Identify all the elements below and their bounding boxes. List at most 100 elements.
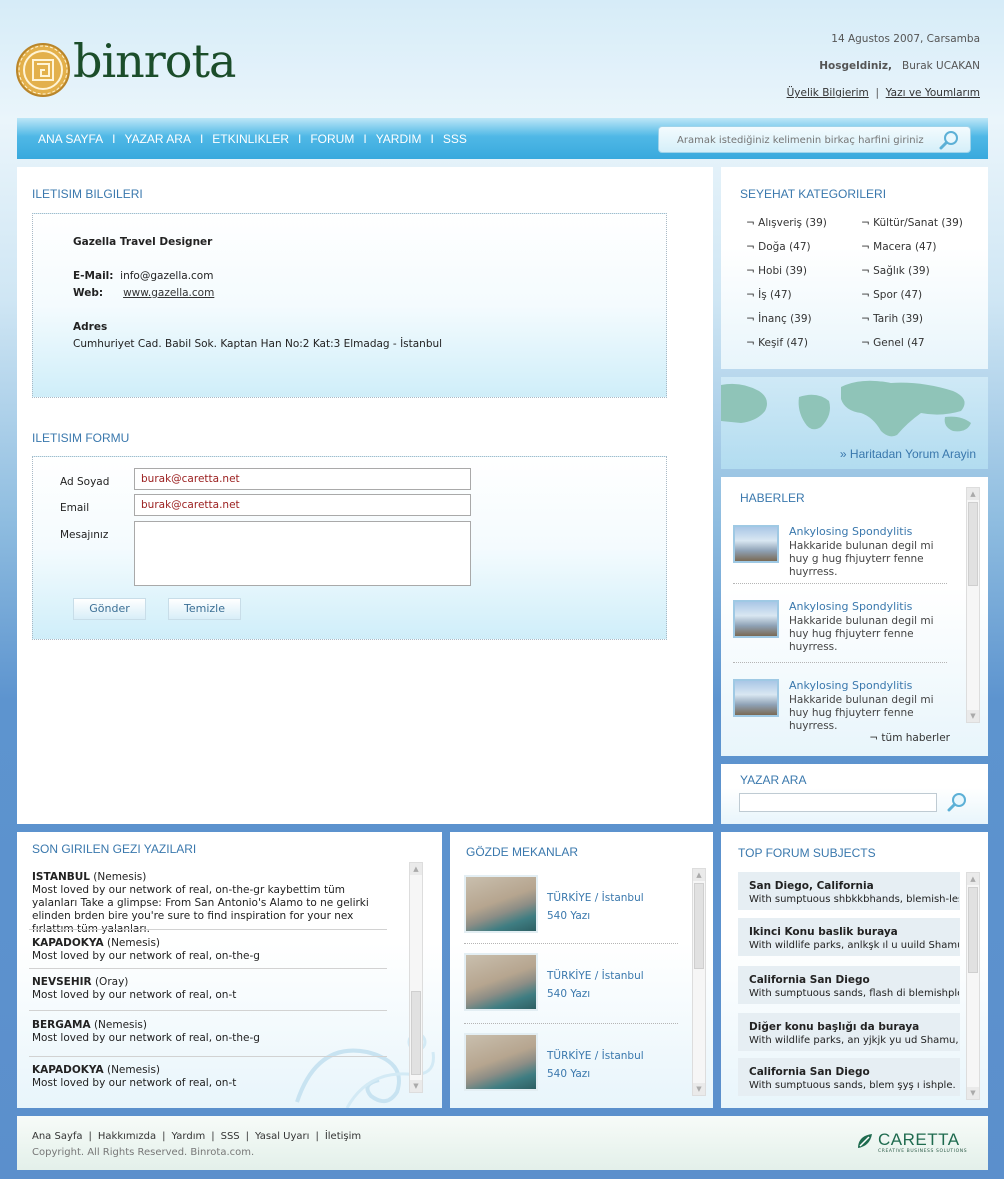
submit-button[interactable]: Gönder: [73, 598, 146, 620]
map-search-link[interactable]: » Haritadan Yorum Arayin: [840, 447, 976, 461]
company-email: info@gazella.com: [120, 270, 214, 282]
name-field[interactable]: [134, 468, 471, 490]
footer-link-faq[interactable]: SSS: [221, 1131, 240, 1142]
post-item[interactable]: KAPADOKYA (Nemesis) Most loved by our ne…: [32, 937, 387, 963]
message-field[interactable]: [134, 521, 471, 586]
news-item[interactable]: Ankylosing Spondylitis Hakkaride bulunan…: [733, 525, 948, 595]
footer-link-legal[interactable]: Yasal Uyarı: [255, 1131, 309, 1142]
forum-subject-title[interactable]: California San Diego: [749, 1066, 870, 1078]
map-search-banner[interactable]: » Haritadan Yorum Arayin: [721, 377, 988, 469]
forum-subject-item[interactable]: California San Diego With sumptuous sand…: [738, 966, 960, 1004]
forum-subject-title[interactable]: San Diego, California: [749, 880, 874, 892]
post-place[interactable]: KAPADOKYA: [32, 1064, 104, 1076]
post-item[interactable]: ISTANBUL (Nemesis) Most loved by our net…: [32, 871, 387, 936]
nav-author-search[interactable]: YAZAR ARA: [124, 132, 190, 146]
category-link[interactable]: ¬ Genel (47: [861, 337, 925, 349]
category-link[interactable]: ¬ Sağlık (39): [861, 265, 930, 277]
recent-posts-title: SON GIRILEN GEZI YAZILARI: [32, 842, 197, 856]
news-item-title[interactable]: Ankylosing Spondylitis: [789, 600, 912, 613]
caretta-logo[interactable]: CARETTA CREATIVE BUSINESS SOLUTIONS: [856, 1130, 968, 1156]
author-search-input[interactable]: [739, 793, 937, 812]
category-link[interactable]: ¬ İnanç (39): [746, 313, 812, 325]
places-scrollbar[interactable]: ▲ ▼: [692, 868, 706, 1096]
scroll-up-icon[interactable]: ▲: [410, 863, 422, 875]
forum-scrollbar[interactable]: ▲ ▼: [966, 872, 980, 1100]
forum-subject-title[interactable]: California San Diego: [749, 974, 870, 986]
category-link[interactable]: ¬ Keşif (47): [746, 337, 808, 349]
post-item[interactable]: KAPADOKYA (Nemesis) Most loved by our ne…: [32, 1064, 387, 1090]
post-author: (Oray): [94, 976, 129, 988]
scroll-thumb[interactable]: [411, 991, 421, 1075]
place-item[interactable]: TÜRKİYE / İstanbul 540 Yazı: [464, 1033, 679, 1095]
site-logo[interactable]: binrota: [15, 34, 255, 100]
company-web-link[interactable]: www.gazella.com: [123, 287, 214, 299]
scroll-down-icon[interactable]: ▼: [410, 1080, 422, 1092]
search-icon[interactable]: [946, 792, 968, 812]
category-link[interactable]: ¬ Doğa (47): [746, 241, 811, 253]
search-input[interactable]: [667, 131, 927, 149]
my-posts-link[interactable]: Yazı ve Youmlarım: [886, 87, 980, 99]
search-icon[interactable]: [938, 130, 960, 150]
scroll-thumb[interactable]: [968, 502, 978, 586]
post-place[interactable]: ISTANBUL: [32, 871, 90, 883]
scroll-up-icon[interactable]: ▲: [693, 869, 705, 881]
forum-subject-title[interactable]: Diğer konu başlığı da buraya: [749, 1021, 919, 1033]
place-location[interactable]: TÜRKİYE / İstanbul: [547, 1050, 644, 1062]
email-field[interactable]: [134, 494, 471, 516]
user-info: 14 Agustos 2007, Carsamba Hosgeldiniz, B…: [787, 33, 980, 99]
footer-link-about[interactable]: Hakkımızda: [98, 1131, 156, 1142]
forum-subject-item[interactable]: Ikinci Konu baslik buraya With wildlife …: [738, 918, 960, 956]
nav-forum[interactable]: FORUM: [310, 132, 354, 146]
news-title: HABERLER: [740, 491, 805, 505]
category-link[interactable]: ¬ İş (47): [746, 289, 792, 301]
category-link[interactable]: ¬ Kültür/Sanat (39): [861, 217, 963, 229]
category-link[interactable]: ¬ Macera (47): [861, 241, 937, 253]
category-link[interactable]: ¬ Hobi (39): [746, 265, 807, 277]
profile-link[interactable]: Üyelik Bilgierim: [787, 87, 869, 99]
post-author: (Nemesis): [106, 1064, 161, 1076]
nav-faq[interactable]: SSS: [443, 132, 467, 146]
company-address: Cumhuriyet Cad. Babil Sok. Kaptan Han No…: [73, 338, 443, 350]
place-item[interactable]: TÜRKİYE / İstanbul 540 Yazı: [464, 953, 679, 1015]
news-item-title[interactable]: Ankylosing Spondylitis: [789, 679, 912, 692]
nav-help[interactable]: YARDIM: [376, 132, 422, 146]
footer-link-contact[interactable]: İletişim: [325, 1131, 361, 1142]
forum-subject-item[interactable]: San Diego, California With sumptuous shb…: [738, 872, 960, 910]
nav-events[interactable]: ETKINLIKLER: [212, 132, 289, 146]
scroll-thumb[interactable]: [694, 883, 704, 969]
post-item[interactable]: BERGAMA (Nemesis) Most loved by our netw…: [32, 1019, 387, 1045]
category-link[interactable]: ¬ Alışveriş (39): [746, 217, 827, 229]
post-place[interactable]: KAPADOKYA: [32, 937, 104, 949]
category-link[interactable]: ¬ Tarih (39): [861, 313, 923, 325]
category-link[interactable]: ¬ Spor (47): [861, 289, 922, 301]
nav-home[interactable]: ANA SAYFA: [38, 132, 103, 146]
forum-subject-item[interactable]: California San Diego With sumptuous sand…: [738, 1058, 960, 1096]
forum-subject-desc: With sumptuous sands, flash di blemishpl…: [749, 988, 959, 999]
all-news-link[interactable]: ¬ tüm haberler: [869, 732, 950, 744]
place-location[interactable]: TÜRKİYE / İstanbul: [547, 892, 644, 904]
scroll-up-icon[interactable]: ▲: [967, 873, 979, 885]
scroll-down-icon[interactable]: ▼: [967, 710, 979, 722]
scroll-thumb[interactable]: [968, 887, 978, 973]
post-item[interactable]: NEVSEHIR (Oray) Most loved by our networ…: [32, 976, 387, 1002]
scroll-down-icon[interactable]: ▼: [967, 1087, 979, 1099]
scroll-down-icon[interactable]: ▼: [693, 1083, 705, 1095]
news-scrollbar[interactable]: ▲ ▼: [966, 487, 980, 723]
post-text: Most loved by our network of real, on-th…: [32, 1032, 260, 1044]
post-place[interactable]: BERGAMA: [32, 1019, 91, 1031]
news-item-title[interactable]: Ankylosing Spondylitis: [789, 525, 912, 538]
posts-scrollbar[interactable]: ▲ ▼: [409, 862, 423, 1093]
place-item[interactable]: TÜRKİYE / İstanbul 540 Yazı: [464, 875, 679, 937]
place-location[interactable]: TÜRKİYE / İstanbul: [547, 970, 644, 982]
footer-link-help[interactable]: Yardım: [172, 1131, 206, 1142]
footer-link-home[interactable]: Ana Sayfa: [32, 1131, 83, 1142]
divider: [733, 662, 947, 663]
divider: [464, 943, 678, 944]
news-item[interactable]: Ankylosing Spondylitis Hakkaride bulunan…: [733, 600, 948, 670]
forum-subject-title[interactable]: Ikinci Konu baslik buraya: [749, 926, 898, 938]
post-place[interactable]: NEVSEHIR: [32, 976, 92, 988]
reset-button[interactable]: Temizle: [168, 598, 241, 620]
forum-subject-desc: With wildlife parks, an yjkjk yu ud Sham…: [749, 1035, 959, 1046]
forum-subject-item[interactable]: Diğer konu başlığı da buraya With wildli…: [738, 1013, 960, 1051]
scroll-up-icon[interactable]: ▲: [967, 488, 979, 500]
